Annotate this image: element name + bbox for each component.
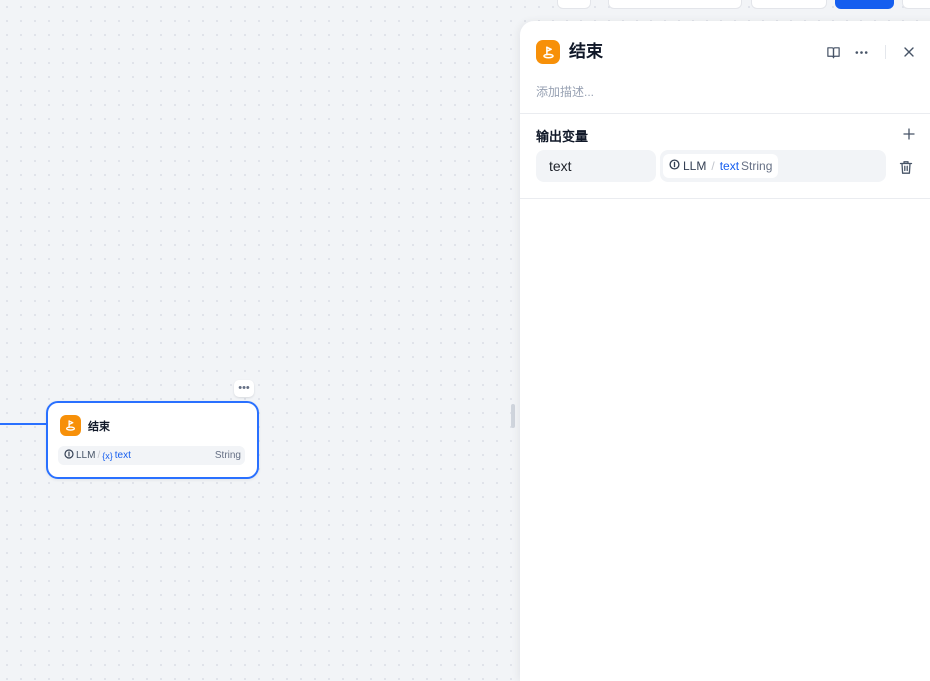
panel-title[interactable]: 结束 xyxy=(569,40,603,64)
publish-button[interactable] xyxy=(835,0,894,9)
node-var-type: String xyxy=(214,450,241,461)
plus-icon xyxy=(903,128,915,140)
node-output-variable: LLM / {x} text String xyxy=(58,446,245,465)
more-options-button[interactable] xyxy=(850,41,872,63)
variable-reference-selector[interactable]: LLM / text String xyxy=(660,150,886,182)
end-flag-icon xyxy=(536,40,560,64)
ref-separator: / xyxy=(711,159,715,173)
llm-icon xyxy=(64,449,74,462)
divider xyxy=(520,113,930,114)
ref-source: LLM xyxy=(683,159,707,173)
ref-var-type: String xyxy=(741,159,773,173)
node-var-name: text xyxy=(114,450,131,461)
ref-var-name: text xyxy=(719,159,740,173)
llm-icon xyxy=(669,159,680,173)
close-icon xyxy=(904,47,914,57)
more-icon: ••• xyxy=(238,382,250,394)
add-variable-button[interactable] xyxy=(899,124,919,144)
more-icon xyxy=(855,50,867,54)
delete-variable-button[interactable] xyxy=(896,157,916,177)
header-divider xyxy=(885,45,886,59)
description-input[interactable]: 添加描述... xyxy=(536,83,594,100)
end-flag-icon xyxy=(60,415,81,436)
toolbar-button-3[interactable] xyxy=(751,0,827,9)
variable-name-input[interactable]: text xyxy=(536,150,656,182)
panel-resize-handle[interactable] xyxy=(511,404,515,428)
node-var-source: LLM xyxy=(76,450,96,461)
book-icon xyxy=(826,46,840,58)
section-title-output-variables: 输出变量 xyxy=(536,129,589,144)
toolbar-button-5[interactable] xyxy=(902,0,930,9)
end-node[interactable]: 结束 LLM / {x} text String xyxy=(46,401,259,479)
variable-icon: {x} xyxy=(102,450,113,461)
node-var-separator: / xyxy=(97,450,101,461)
variable-reference-chip: LLM / text String xyxy=(663,154,779,178)
docs-button[interactable] xyxy=(822,41,844,63)
close-button[interactable] xyxy=(898,41,920,63)
node-title: 结束 xyxy=(88,420,110,433)
node-settings-panel: 结束 添加描述... 输出变量 text LLM / text String xyxy=(520,21,930,681)
toolbar-button-1[interactable] xyxy=(557,0,591,9)
connection-edge[interactable] xyxy=(0,423,47,425)
toolbar-button-2[interactable] xyxy=(608,0,742,9)
node-more-button[interactable]: ••• xyxy=(234,380,254,397)
trash-icon xyxy=(899,160,913,174)
divider xyxy=(520,198,930,199)
